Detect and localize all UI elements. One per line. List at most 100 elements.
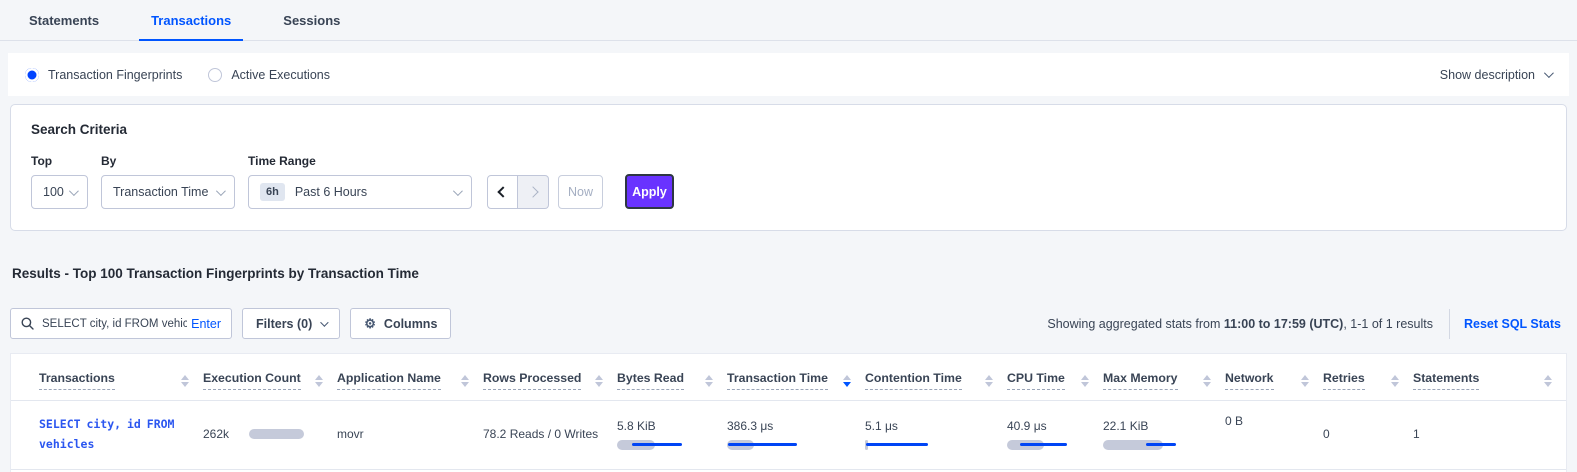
contention-time-value: 5.1 μs <box>865 419 1001 433</box>
sort-icon[interactable] <box>1081 375 1089 387</box>
application-name-value: movr <box>337 427 364 441</box>
cpu-time-bar-chart <box>1007 440 1102 450</box>
sort-icon[interactable] <box>1203 375 1211 387</box>
by-select-value: Transaction Time <box>113 185 208 199</box>
execution-count-value: 262k <box>203 427 229 441</box>
table-header-row: Transactions Execution Count Application… <box>11 354 1566 401</box>
next-time-window-button[interactable] <box>518 175 549 209</box>
top-select[interactable]: 100 <box>31 175 88 209</box>
stats-suffix: , 1-1 of 1 results <box>1343 317 1433 331</box>
column-header-contention-time[interactable]: Contention Time <box>865 354 1007 401</box>
columns-label: Columns <box>384 317 437 331</box>
column-header-statements[interactable]: Statements <box>1413 354 1566 401</box>
cell-execution-count: 262k <box>203 401 337 470</box>
mean-bar <box>1146 443 1176 446</box>
column-header-retries[interactable]: Retries <box>1323 354 1413 401</box>
column-label: Transactions <box>39 371 115 390</box>
search-input[interactable] <box>42 318 187 330</box>
chevron-down-icon <box>453 186 463 196</box>
radio-selected-icon <box>25 68 39 82</box>
sort-icon[interactable] <box>181 375 189 387</box>
cell-transaction: SELECT city, id FROM vehicles <box>11 401 203 470</box>
by-select[interactable]: Transaction Time <box>101 175 235 209</box>
cell-contention-time: 5.1 μs <box>865 401 1007 470</box>
radio-transaction-fingerprints[interactable]: Transaction Fingerprints <box>25 68 182 82</box>
sort-icon[interactable] <box>1544 375 1552 387</box>
sort-icon[interactable] <box>985 375 993 387</box>
radio-label: Active Executions <box>231 68 330 82</box>
radio-unselected-icon <box>208 68 222 82</box>
results-heading: Results - Top 100 Transaction Fingerprin… <box>12 266 1567 281</box>
column-header-rows-processed[interactable]: Rows Processed <box>483 354 617 401</box>
sort-icon[interactable] <box>595 375 603 387</box>
table-row: SELECT city, id FROM vehicles 262k movr … <box>11 401 1566 470</box>
column-header-execution-count[interactable]: Execution Count <box>203 354 337 401</box>
filters-button[interactable]: Filters (0) <box>242 308 340 339</box>
column-header-cpu-time[interactable]: CPU Time <box>1007 354 1103 401</box>
tab-sessions[interactable]: Sessions <box>279 13 344 40</box>
transaction-fingerprint-link[interactable]: SELECT city, id FROM vehicles <box>39 414 191 454</box>
contention-time-bar-chart <box>865 440 960 450</box>
vertical-divider <box>1449 309 1450 339</box>
column-header-application-name[interactable]: Application Name <box>337 354 483 401</box>
show-description-toggle[interactable]: Show description <box>1440 68 1551 82</box>
cell-network: 0 B <box>1225 401 1323 470</box>
time-range-badge: 6h <box>260 183 285 201</box>
columns-button[interactable]: ⚙ Columns <box>350 308 451 339</box>
transactions-table: Transactions Execution Count Application… <box>11 354 1566 470</box>
column-header-transaction-time[interactable]: Transaction Time <box>727 354 865 401</box>
column-label: Retries <box>1323 371 1365 390</box>
stats-prefix: Showing aggregated stats from <box>1047 317 1224 331</box>
radio-active-executions[interactable]: Active Executions <box>208 68 330 82</box>
column-header-transactions[interactable]: Transactions <box>11 354 203 401</box>
apply-button[interactable]: Apply <box>625 174 674 209</box>
tab-statements[interactable]: Statements <box>25 13 103 40</box>
cell-max-memory: 22.1 KiB <box>1103 401 1225 470</box>
time-range-select[interactable]: 6h Past 6 Hours <box>248 175 472 209</box>
network-value: 0 B <box>1225 414 1243 428</box>
sort-icon-active[interactable] <box>843 375 851 387</box>
cell-statements: 1 <box>1413 401 1566 470</box>
mean-bar <box>728 443 797 446</box>
mean-bar <box>866 443 928 446</box>
cpu-time-value: 40.9 μs <box>1007 419 1097 433</box>
statement-search-box[interactable]: Enter <box>10 308 232 339</box>
stats-time-range: 11:00 to 17:59 (UTC) <box>1224 317 1343 331</box>
sort-icon[interactable] <box>315 375 323 387</box>
top-select-value: 100 <box>43 185 64 199</box>
previous-time-window-button[interactable] <box>487 175 518 209</box>
column-label: Execution Count <box>203 371 301 390</box>
cell-application-name: movr <box>337 401 483 470</box>
max-memory-bar-chart <box>1103 440 1198 450</box>
tab-transactions[interactable]: Transactions <box>147 13 235 40</box>
cell-rows-processed: 78.2 Reads / 0 Writes <box>483 401 617 470</box>
sort-icon[interactable] <box>1301 375 1309 387</box>
chevron-down-icon <box>69 186 79 196</box>
statements-value: 1 <box>1413 427 1420 441</box>
aggregated-stats-note: Showing aggregated stats from 11:00 to 1… <box>1047 317 1433 331</box>
now-button[interactable]: Now <box>558 175 603 209</box>
page-tabs: Statements Transactions Sessions <box>0 0 1577 41</box>
column-header-network[interactable]: Network <box>1225 354 1323 401</box>
cell-retries: 0 <box>1323 401 1413 470</box>
sort-icon[interactable] <box>1391 375 1399 387</box>
mean-bar <box>1020 443 1067 446</box>
sort-icon[interactable] <box>461 375 469 387</box>
radio-label: Transaction Fingerprints <box>48 68 182 82</box>
results-table-card: Transactions Execution Count Application… <box>10 353 1567 472</box>
top-label: Top <box>31 154 88 168</box>
show-description-label: Show description <box>1440 68 1535 82</box>
column-header-bytes-read[interactable]: Bytes Read <box>617 354 727 401</box>
execution-count-bar <box>249 429 304 439</box>
column-header-max-memory[interactable]: Max Memory <box>1103 354 1225 401</box>
column-label: Bytes Read <box>617 371 684 390</box>
results-controls-row: Enter Filters (0) ⚙ Columns Showing aggr… <box>10 308 1567 339</box>
max-memory-value: 22.1 KiB <box>1103 419 1219 433</box>
rows-processed-value: 78.2 Reads / 0 Writes <box>483 427 598 441</box>
reset-sql-stats-link[interactable]: Reset SQL Stats <box>1464 317 1561 331</box>
cell-transaction-time: 386.3 μs <box>727 401 865 470</box>
column-label: Application Name <box>337 371 441 390</box>
time-window-arrows <box>487 175 549 209</box>
sort-icon[interactable] <box>705 375 713 387</box>
search-enter-button[interactable]: Enter <box>191 317 221 331</box>
